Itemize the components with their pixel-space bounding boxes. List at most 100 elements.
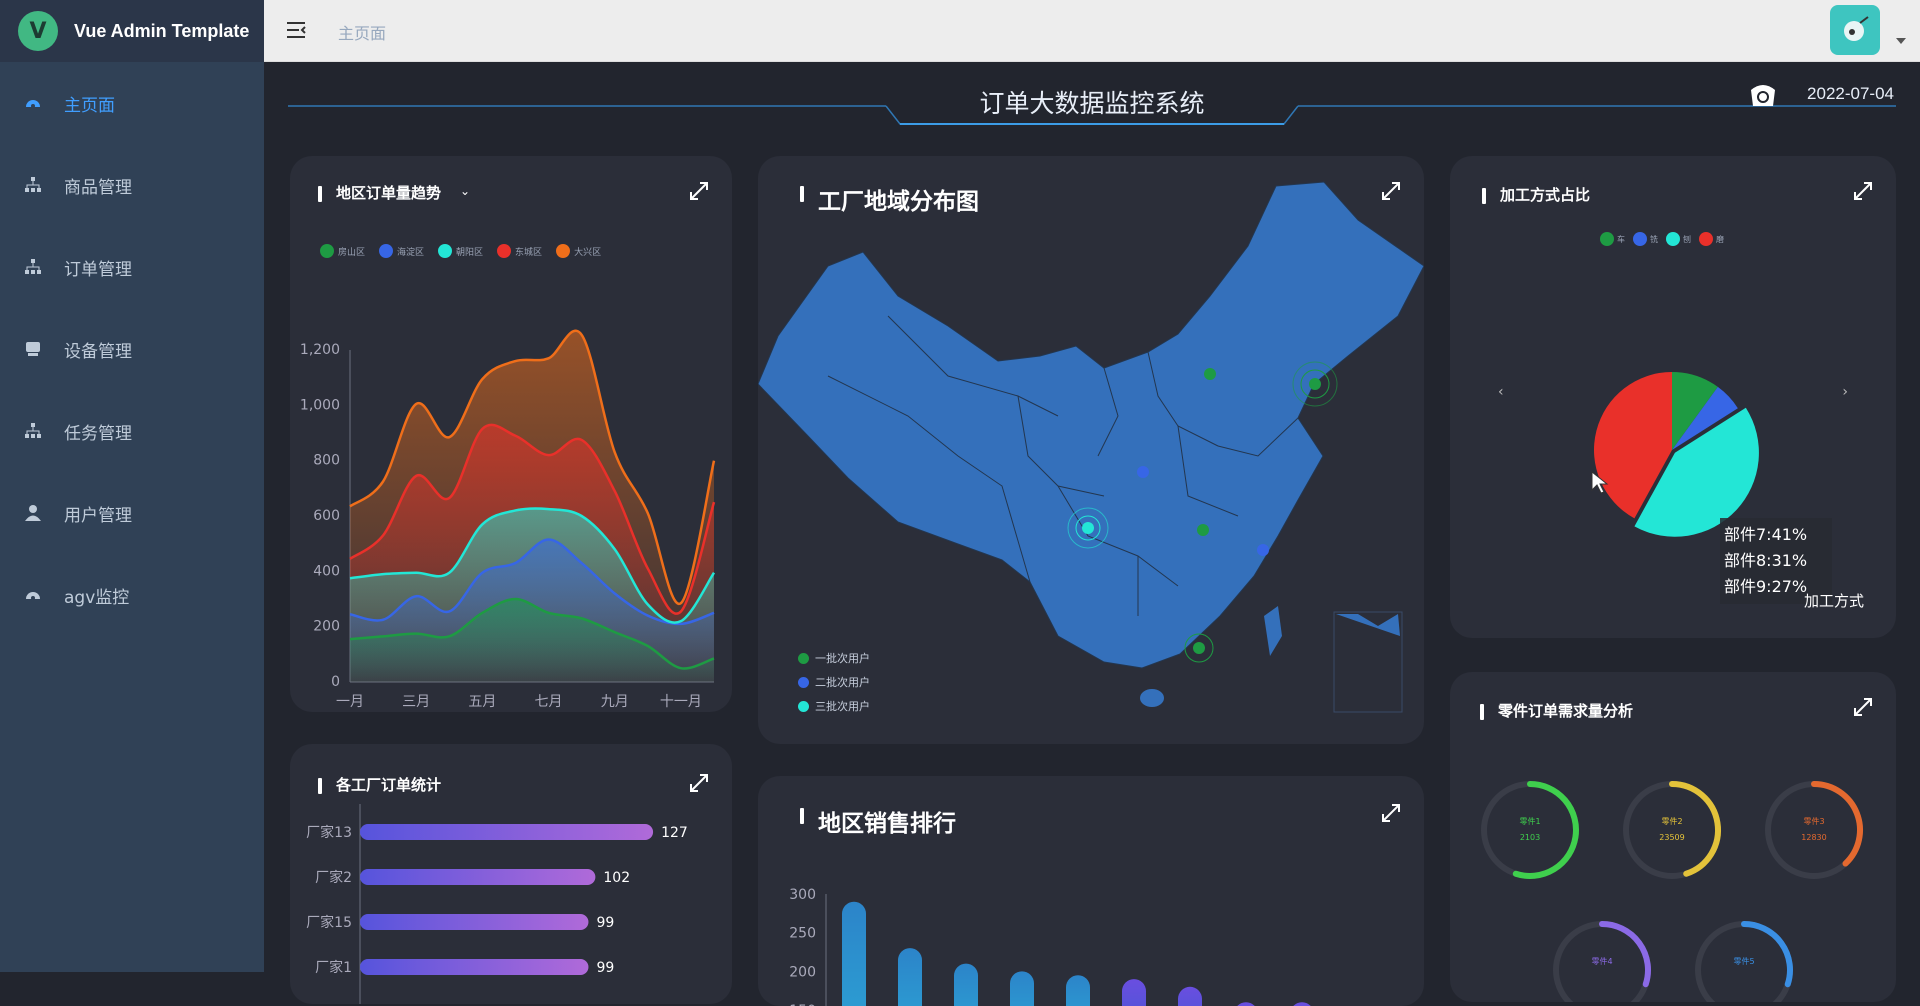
y-tick-label: 1,200 xyxy=(300,342,340,358)
gauge-value: 12830 xyxy=(1801,833,1826,842)
y-tick-label: 300 xyxy=(789,887,816,903)
bar-value-label: 102 xyxy=(603,870,630,886)
legend-item[interactable]: 一批次用户 xyxy=(798,646,870,670)
bar[interactable] xyxy=(1234,1002,1258,1006)
panel-process-share: 加工方式占比 车铣刨磨 ‹ › 部件7:41% 部件8:31% 部件9:27% … xyxy=(1450,156,1896,638)
bar-value-label: 99 xyxy=(596,960,614,976)
hamburger-icon[interactable] xyxy=(284,18,308,42)
panel-factory-map: 工厂地域分布图 一批次用户 二批次用户 三批次用户 xyxy=(758,156,1424,744)
bar[interactable] xyxy=(1290,1002,1314,1006)
page-title: 订单大数据监控系统 xyxy=(979,89,1205,118)
navbar: 主页面 xyxy=(264,0,1920,62)
dashboard-header: 订单大数据监控系统 2022-07-04 xyxy=(288,62,1896,132)
panel-factory-orders: 各工厂订单统计 厂家13 127 厂家2 102 厂家15 99 厂家1 99 xyxy=(290,744,732,1004)
sidebar-item-label: 订单管理 xyxy=(64,259,132,280)
map-legend: 一批次用户二批次用户三批次用户 xyxy=(798,646,870,718)
bar[interactable] xyxy=(1010,971,1034,1006)
bar[interactable] xyxy=(954,963,978,1006)
sidebar-item-label: 商品管理 xyxy=(64,177,132,198)
sidebar-item-label: 用户管理 xyxy=(64,505,132,526)
sidebar-item-1[interactable]: 商品管理 xyxy=(0,144,264,226)
y-tick-label: 250 xyxy=(789,926,816,942)
current-date: 2022-07-04 xyxy=(1807,84,1894,103)
y-tick-label: 0 xyxy=(331,674,340,690)
x-tick-label: 三月 xyxy=(402,694,430,710)
x-tick-label: 五月 xyxy=(468,694,496,710)
legend-label: 三批次用户 xyxy=(815,700,870,713)
gauge-value: 23509 xyxy=(1659,833,1684,842)
y-tick-label: 800 xyxy=(313,453,340,469)
legend-dot xyxy=(798,700,809,712)
legend-item[interactable]: 二批次用户 xyxy=(798,670,870,694)
gauge-arc[interactable] xyxy=(1512,781,1579,879)
category-label: 厂家13 xyxy=(306,824,352,841)
area-chart: 0 200 400 600 800 1,000 1,200 一月 三月 五月 七月 九月 十一月 xyxy=(300,329,716,710)
gauge-label: 零件3 xyxy=(1803,816,1824,826)
sidebar-item-3[interactable]: 设备管理 xyxy=(0,308,264,390)
sidebar-item-5[interactable]: 用户管理 xyxy=(0,472,264,554)
sidebar-item-4[interactable]: 任务管理 xyxy=(0,390,264,472)
series-label: 加工方式 xyxy=(1804,592,1865,610)
y-tick-label: 1,000 xyxy=(300,397,340,413)
tooltip-line: 部件7:41% xyxy=(1724,525,1808,544)
bar-chart: 厂家13 127 厂家2 102 厂家15 99 厂家1 99 xyxy=(306,804,688,1004)
app-title: Vue Admin Template xyxy=(74,20,250,41)
legend-dot xyxy=(798,652,809,664)
sidebar-item-label: 主页面 xyxy=(64,95,115,116)
gauge-arc[interactable] xyxy=(1669,781,1721,877)
sidebar: V Vue Admin Template 主页面商品管理订单管理设备管理任务管理… xyxy=(0,0,264,972)
bar[interactable] xyxy=(360,959,589,975)
bar[interactable] xyxy=(1122,979,1146,1006)
device-icon xyxy=(24,340,42,358)
bar[interactable] xyxy=(360,914,589,930)
sidebar-item-0[interactable]: 主页面 xyxy=(0,62,264,144)
sidebar-item-2[interactable]: 订单管理 xyxy=(0,226,264,308)
category-label: 厂家2 xyxy=(315,869,352,886)
dashboard-icon xyxy=(24,586,42,604)
bar[interactable] xyxy=(360,869,596,885)
bar[interactable] xyxy=(898,948,922,1006)
app-logo[interactable]: V Vue Admin Template xyxy=(0,0,264,62)
sidebar-menu: 主页面商品管理订单管理设备管理任务管理用户管理 agv监控 xyxy=(0,62,264,636)
legend-dot xyxy=(798,676,809,688)
x-tick-label: 七月 xyxy=(535,694,563,710)
bar-value-label: 127 xyxy=(661,825,688,841)
bar[interactable] xyxy=(1178,986,1202,1006)
panel-parts-demand: 零件订单需求量分析 零件1 2103 零件2 23509 零件3 12830 零件4 零件5 xyxy=(1450,672,1896,1002)
gauge-label: 零件5 xyxy=(1733,956,1754,966)
bar[interactable] xyxy=(1066,975,1090,1006)
mouse-cursor-icon xyxy=(1591,470,1609,494)
tooltip-line: 部件8:31% xyxy=(1724,551,1808,570)
bar[interactable] xyxy=(842,901,866,1006)
sidebar-item-6[interactable]: agv监控 xyxy=(0,554,264,636)
bar[interactable] xyxy=(360,824,654,840)
avatar[interactable] xyxy=(1830,5,1880,55)
x-tick-label: 十一月 xyxy=(660,694,702,710)
legend-item[interactable]: 三批次用户 xyxy=(798,694,870,718)
y-tick-label: 400 xyxy=(313,563,340,579)
gauge-value: 2103 xyxy=(1520,833,1540,842)
category-label: 厂家15 xyxy=(306,914,352,931)
sidebar-item-label: agv监控 xyxy=(64,587,130,608)
gauge-arc[interactable] xyxy=(1741,921,1793,988)
gauge-label: 零件4 xyxy=(1591,956,1612,966)
bar-value-label: 99 xyxy=(596,915,614,931)
y-tick-label: 200 xyxy=(313,619,340,635)
gauge-label: 零件2 xyxy=(1661,816,1682,826)
y-tick-label: 200 xyxy=(789,964,816,980)
dashboard-icon xyxy=(24,94,42,112)
tree-icon xyxy=(24,422,42,440)
legend-label: 一批次用户 xyxy=(815,652,870,665)
gauge-group: 零件1 2103 零件2 23509 零件3 12830 零件4 零件5 xyxy=(1481,781,1863,1002)
x-tick-label: 一月 xyxy=(336,694,364,710)
breadcrumb[interactable]: 主页面 xyxy=(338,20,386,44)
x-tick-label: 九月 xyxy=(601,694,629,710)
sidebar-item-label: 任务管理 xyxy=(64,423,132,444)
gauge-arc[interactable] xyxy=(1599,921,1651,988)
vue-logo-icon: V xyxy=(18,11,58,51)
tree-icon xyxy=(24,176,42,194)
chevron-down-icon[interactable] xyxy=(1896,38,1906,44)
legend-label: 二批次用户 xyxy=(815,676,870,689)
panel-order-trend: 地区订单量趋势 ⌄ 房山区 海淀区 朝阳区 东城区 大兴区 0 200 400 600 800 1… xyxy=(290,156,732,712)
tree-icon xyxy=(24,258,42,276)
